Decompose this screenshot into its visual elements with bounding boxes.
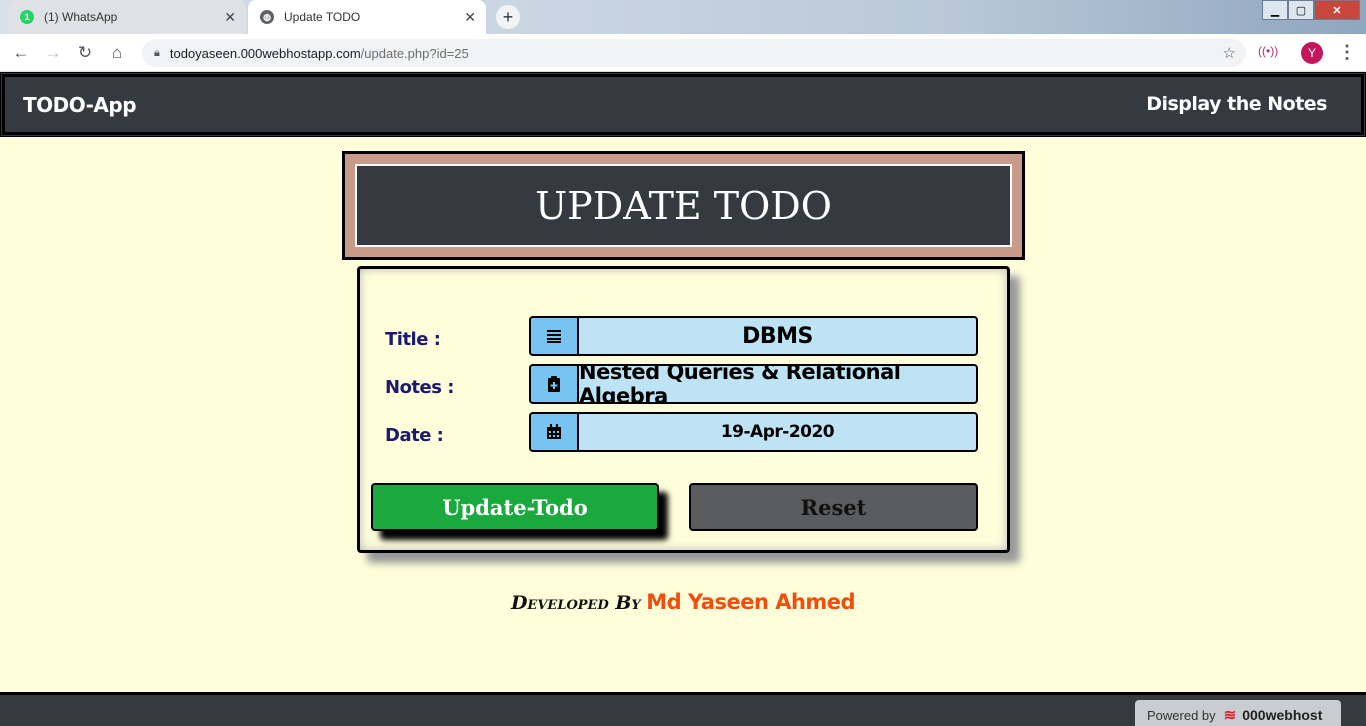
powered-by-text: Powered by: [1147, 707, 1216, 723]
webhost-logo-icon: ≋: [1223, 707, 1237, 724]
url-host: todoyaseen.000webhostapp.com: [169, 45, 361, 61]
reset-button[interactable]: Reset: [689, 483, 978, 531]
page-heading-frame: UPDATE TODO: [342, 151, 1025, 260]
display-notes-link[interactable]: Display the Notes: [1146, 93, 1327, 115]
browser-tabstrip: 1 (1) WhatsApp ✕ ◍ Update TODO ✕ + ▁ ▢ ✕: [0, 0, 1366, 34]
date-label: Date :: [385, 425, 444, 446]
title-field[interactable]: DBMS: [529, 316, 978, 356]
tab-title: Update TODO: [284, 10, 361, 24]
window-close-button[interactable]: ✕: [1314, 0, 1360, 20]
notes-field[interactable]: Nested Queries & Relational Algebra: [529, 364, 978, 404]
date-input[interactable]: 19-Apr-2020: [579, 414, 976, 450]
profile-avatar[interactable]: Y: [1301, 42, 1323, 64]
close-icon[interactable]: ✕: [464, 9, 476, 26]
minimize-button[interactable]: ▁: [1262, 0, 1288, 20]
title-label: Title :: [385, 329, 441, 350]
notes-label: Notes :: [385, 377, 454, 398]
maximize-button[interactable]: ▢: [1288, 0, 1314, 20]
lock-icon: 🔒︎: [154, 46, 160, 59]
calendar-icon: [531, 414, 579, 450]
update-todo-button[interactable]: Update-Todo: [371, 483, 659, 531]
bookmark-star-icon[interactable]: ☆: [1223, 44, 1236, 62]
title-input[interactable]: DBMS: [579, 318, 976, 354]
page-footer: Powered by ≋ 000webhost: [0, 692, 1366, 726]
back-arrow-icon[interactable]: ←: [10, 42, 32, 64]
date-field[interactable]: 19-Apr-2020: [529, 412, 978, 452]
developer-credit: Developed By Md Yaseen Ahmed: [0, 590, 1366, 615]
brand-link[interactable]: TODO-App: [23, 93, 137, 117]
globe-icon: ◍: [260, 10, 274, 24]
app-navbar: TODO-App Display the Notes: [0, 72, 1366, 137]
clipboard-icon: [531, 366, 579, 402]
cast-icon[interactable]: ((•)): [1258, 44, 1278, 58]
page-title: UPDATE TODO: [355, 164, 1012, 247]
host-name: 000webhost: [1242, 707, 1323, 723]
forward-arrow-icon[interactable]: →: [42, 42, 64, 64]
home-icon[interactable]: ⌂: [106, 42, 128, 64]
new-tab-button[interactable]: +: [496, 5, 520, 29]
powered-by-badge[interactable]: Powered by ≋ 000webhost: [1135, 700, 1341, 726]
browser-toolbar: ← → ↻ ⌂ 🔒︎ todoyaseen.000webhostapp.com /…: [0, 34, 1366, 72]
tab-update-todo[interactable]: ◍ Update TODO ✕: [248, 0, 486, 34]
credit-prefix: Developed By: [510, 592, 641, 614]
address-bar[interactable]: 🔒︎ todoyaseen.000webhostapp.com/update.p…: [142, 39, 1246, 67]
tab-title: (1) WhatsApp: [44, 10, 118, 24]
list-icon: [531, 318, 579, 354]
update-form: Title : DBMS Notes : Nested Queries & Re…: [357, 266, 1010, 553]
notes-input[interactable]: Nested Queries & Relational Algebra: [579, 366, 976, 402]
whatsapp-icon: 1: [20, 10, 34, 24]
credit-author: Md Yaseen Ahmed: [646, 590, 856, 614]
menu-kebab-icon[interactable]: ⋮: [1338, 42, 1356, 63]
reload-icon[interactable]: ↻: [74, 42, 96, 64]
tab-whatsapp[interactable]: 1 (1) WhatsApp ✕: [8, 0, 246, 34]
close-icon[interactable]: ✕: [224, 9, 236, 26]
url-path: /update.php?id=25: [360, 45, 469, 61]
